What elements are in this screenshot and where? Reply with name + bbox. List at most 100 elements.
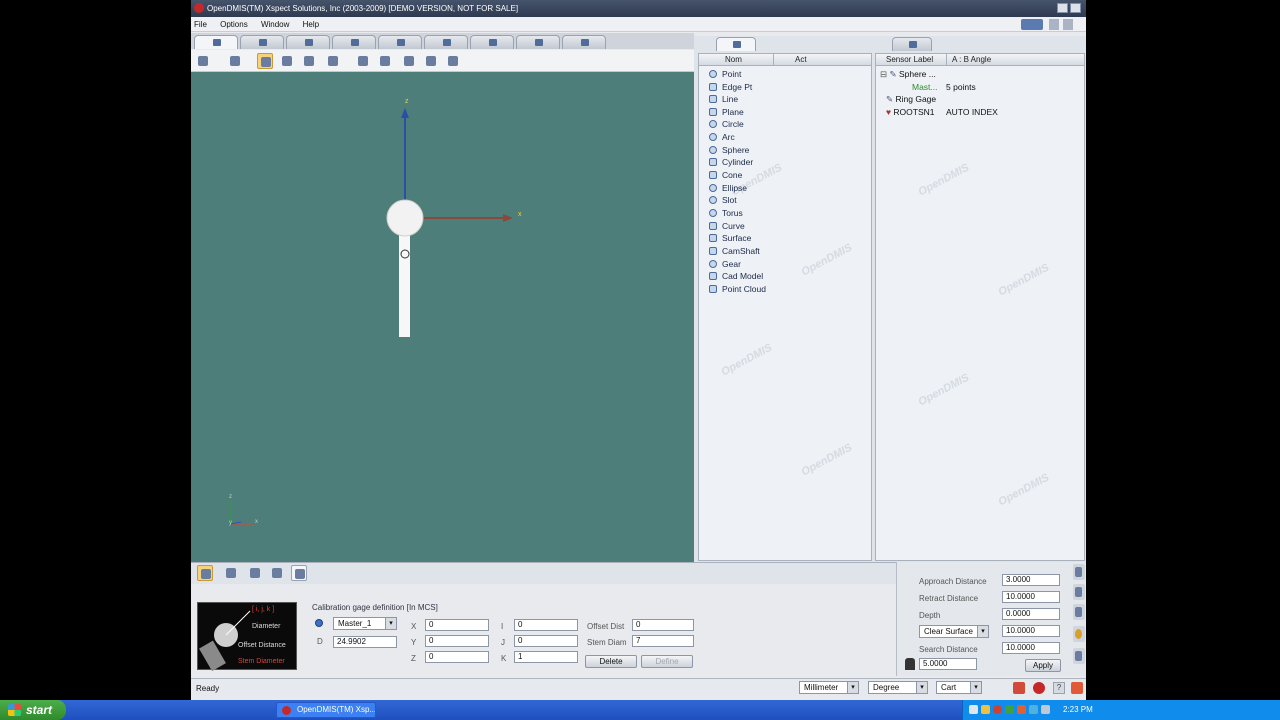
calibration-tab-2[interactable] bbox=[223, 565, 239, 581]
menu-file[interactable]: File bbox=[194, 17, 207, 32]
approach-field[interactable]: 3.0000 bbox=[1002, 574, 1060, 586]
feature-item-torus[interactable]: Torus bbox=[709, 207, 743, 219]
mdi-restore-button[interactable] bbox=[1049, 19, 1059, 30]
taskbar-app-button[interactable]: OpenDMIS(TM) Xsp... bbox=[276, 702, 376, 718]
gage-radio-icon[interactable] bbox=[315, 619, 323, 627]
menu-help[interactable]: Help bbox=[303, 17, 319, 32]
fit-button[interactable] bbox=[301, 53, 317, 69]
feature-item-surface[interactable]: Surface bbox=[709, 232, 751, 244]
delete-button[interactable]: Delete bbox=[585, 655, 637, 668]
calibration-tab-3[interactable] bbox=[247, 565, 263, 581]
record-icon[interactable] bbox=[1033, 682, 1045, 694]
clear-surface-select[interactable]: Clear Surface bbox=[919, 625, 989, 638]
tab-program[interactable] bbox=[240, 35, 284, 49]
tray-icon-1[interactable] bbox=[969, 705, 978, 714]
mdi-icon[interactable] bbox=[1021, 19, 1043, 30]
j-field[interactable]: 0 bbox=[514, 635, 578, 647]
diameter-field[interactable]: 24.9902 bbox=[333, 636, 397, 648]
tab-probe[interactable] bbox=[194, 35, 238, 49]
delete-view-button[interactable] bbox=[423, 53, 439, 69]
tab-features[interactable] bbox=[716, 37, 756, 51]
side-tool-2[interactable] bbox=[1073, 584, 1085, 600]
home-button[interactable] bbox=[195, 53, 211, 69]
side-tool-5[interactable] bbox=[1073, 648, 1085, 664]
calibration-tab-1[interactable] bbox=[197, 565, 213, 581]
feature-item-point[interactable]: Point bbox=[709, 68, 741, 80]
tab-report[interactable] bbox=[286, 35, 330, 49]
feature-item-cone[interactable]: Cone bbox=[709, 169, 742, 181]
feature-item-sphere[interactable]: Sphere bbox=[709, 144, 749, 156]
feature-item-point-cloud[interactable]: Point Cloud bbox=[709, 283, 766, 295]
tray-icon-3[interactable] bbox=[993, 705, 1002, 714]
tree-item-rootsn1[interactable]: ♥ ROOTSN1 bbox=[886, 106, 935, 118]
tray-icon-5[interactable] bbox=[1017, 705, 1026, 714]
tray-icon-7[interactable] bbox=[1041, 705, 1050, 714]
angle-select[interactable]: Degree bbox=[868, 681, 928, 694]
start-button[interactable]: start bbox=[0, 700, 66, 720]
z-field[interactable]: 0 bbox=[425, 651, 489, 663]
tab-sensor[interactable] bbox=[424, 35, 468, 49]
menu-options[interactable]: Options bbox=[220, 17, 248, 32]
coord-select[interactable]: Cart bbox=[936, 681, 982, 694]
feature-item-curve[interactable]: Curve bbox=[709, 220, 745, 232]
search-field[interactable]: 10.0000 bbox=[1002, 642, 1060, 654]
feature-item-circle[interactable]: Circle bbox=[709, 118, 744, 130]
axis-view-button[interactable] bbox=[325, 53, 341, 69]
units-select[interactable]: Millimeter bbox=[799, 681, 859, 694]
tree-item-ring-gage[interactable]: ✎ Ring Gage bbox=[886, 93, 936, 105]
side-tool-1[interactable] bbox=[1073, 564, 1085, 580]
offset-dist-field[interactable]: 0 bbox=[632, 619, 694, 631]
tab-sensors[interactable] bbox=[892, 37, 932, 51]
x-field[interactable]: 0 bbox=[425, 619, 489, 631]
clear-field[interactable]: 10.0000 bbox=[1002, 625, 1060, 637]
side-tool-4[interactable] bbox=[1073, 626, 1085, 642]
side-tool-3[interactable] bbox=[1073, 604, 1085, 620]
exit-icon[interactable] bbox=[1071, 682, 1083, 694]
rotate-button[interactable] bbox=[257, 53, 273, 69]
feature-item-slot[interactable]: Slot bbox=[709, 194, 737, 206]
zoom-window-button[interactable] bbox=[279, 53, 295, 69]
mdi-close-button[interactable] bbox=[1063, 19, 1073, 30]
machine-status-icon[interactable] bbox=[1013, 682, 1025, 694]
feature-item-camshaft[interactable]: CamShaft bbox=[709, 245, 760, 257]
apply-button[interactable]: Apply bbox=[1025, 659, 1061, 672]
tray-icon-6[interactable] bbox=[1029, 705, 1038, 714]
depth-field[interactable]: 0.0000 bbox=[1002, 608, 1060, 620]
feature-item-ellipse[interactable]: Ellipse bbox=[709, 182, 747, 194]
shading-button[interactable] bbox=[377, 53, 393, 69]
minimize-button[interactable] bbox=[1057, 3, 1068, 13]
graphics-viewport[interactable]: z x z y x bbox=[191, 72, 694, 562]
tab-settings[interactable] bbox=[562, 35, 606, 49]
feature-item-plane[interactable]: Plane bbox=[709, 106, 744, 118]
feature-item-cad-model[interactable]: Cad Model bbox=[709, 270, 763, 282]
feature-item-arc[interactable]: Arc bbox=[709, 131, 735, 143]
k-field[interactable]: 1 bbox=[514, 651, 578, 663]
tab-construct[interactable] bbox=[470, 35, 514, 49]
feature-item-edge-pt[interactable]: Edge Pt bbox=[709, 81, 752, 93]
tray-icon-4[interactable] bbox=[1005, 705, 1014, 714]
calibration-tab-5[interactable] bbox=[291, 565, 307, 581]
tray-icon-2[interactable] bbox=[981, 705, 990, 714]
probe-speed-field[interactable]: 5.0000 bbox=[919, 658, 977, 670]
help-icon[interactable]: ? bbox=[1053, 682, 1065, 694]
feature-item-gear[interactable]: Gear bbox=[709, 258, 741, 270]
tab-cad[interactable] bbox=[332, 35, 376, 49]
menu-window[interactable]: Window bbox=[261, 17, 289, 32]
gage-select[interactable]: Master_1 bbox=[333, 617, 397, 630]
define-button[interactable]: Define bbox=[641, 655, 693, 668]
tab-view[interactable] bbox=[516, 35, 560, 49]
machine-button[interactable] bbox=[401, 53, 417, 69]
tree-item-master[interactable]: Mast... bbox=[912, 81, 938, 93]
retract-field[interactable]: 10.0000 bbox=[1002, 591, 1060, 603]
select-button[interactable] bbox=[227, 53, 243, 69]
i-field[interactable]: 0 bbox=[514, 619, 578, 631]
close-button[interactable] bbox=[1070, 3, 1081, 13]
tab-tolerance[interactable] bbox=[378, 35, 422, 49]
stem-diam-field[interactable]: 7 bbox=[632, 635, 694, 647]
y-field[interactable]: 0 bbox=[425, 635, 489, 647]
feature-item-cylinder[interactable]: Cylinder bbox=[709, 156, 753, 168]
probe-view-button[interactable] bbox=[445, 53, 461, 69]
calibration-tab-4[interactable] bbox=[269, 565, 285, 581]
feature-item-line[interactable]: Line bbox=[709, 93, 738, 105]
visibility-button[interactable] bbox=[355, 53, 371, 69]
